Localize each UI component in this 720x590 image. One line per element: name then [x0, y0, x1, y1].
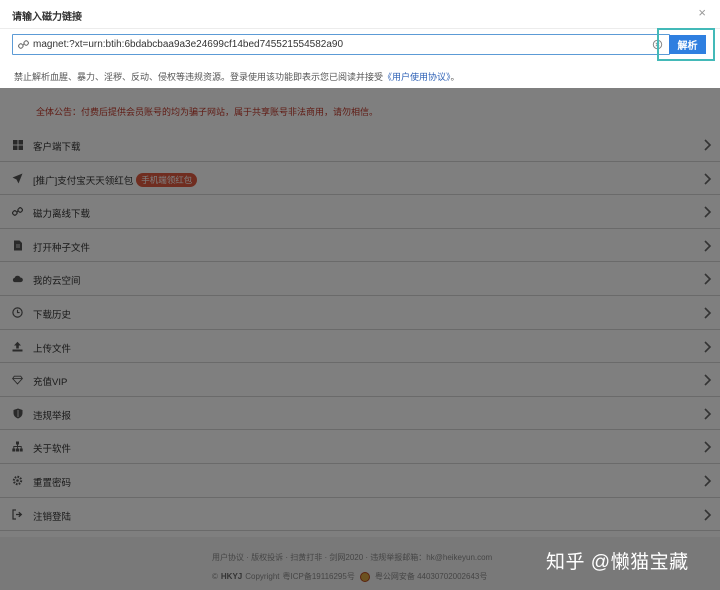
dialog-title: 请输入磁力链接 [12, 12, 82, 23]
link-icon [18, 40, 29, 49]
magnet-input-wrapper [12, 34, 670, 55]
usage-notice-end: 。 [450, 72, 460, 82]
parse-button[interactable]: 解析 [669, 35, 706, 54]
usage-notice: 禁止解析血腥、暴力、淫秽、反动、侵权等违规资源。登录使用该功能即表示您已阅读并接… [14, 70, 460, 83]
usage-notice-text: 禁止解析血腥、暴力、淫秽、反动、侵权等违规资源。登录使用该功能即表示您已阅读并接… [14, 72, 384, 82]
magnet-link-dialog: 请输入磁力链接 × 解析 禁止解析血腥、暴力、淫秽、反动、侵权等违规资源。登录使… [0, 0, 720, 88]
title-divider [0, 28, 720, 29]
user-agreement-link[interactable]: 《用户使用协议》 [383, 72, 451, 82]
magnet-link-input[interactable] [33, 36, 643, 53]
close-button[interactable]: × [698, 6, 706, 20]
modal-overlay[interactable] [0, 88, 720, 590]
watermark: 知乎 @懒猫宝藏 [546, 552, 689, 573]
